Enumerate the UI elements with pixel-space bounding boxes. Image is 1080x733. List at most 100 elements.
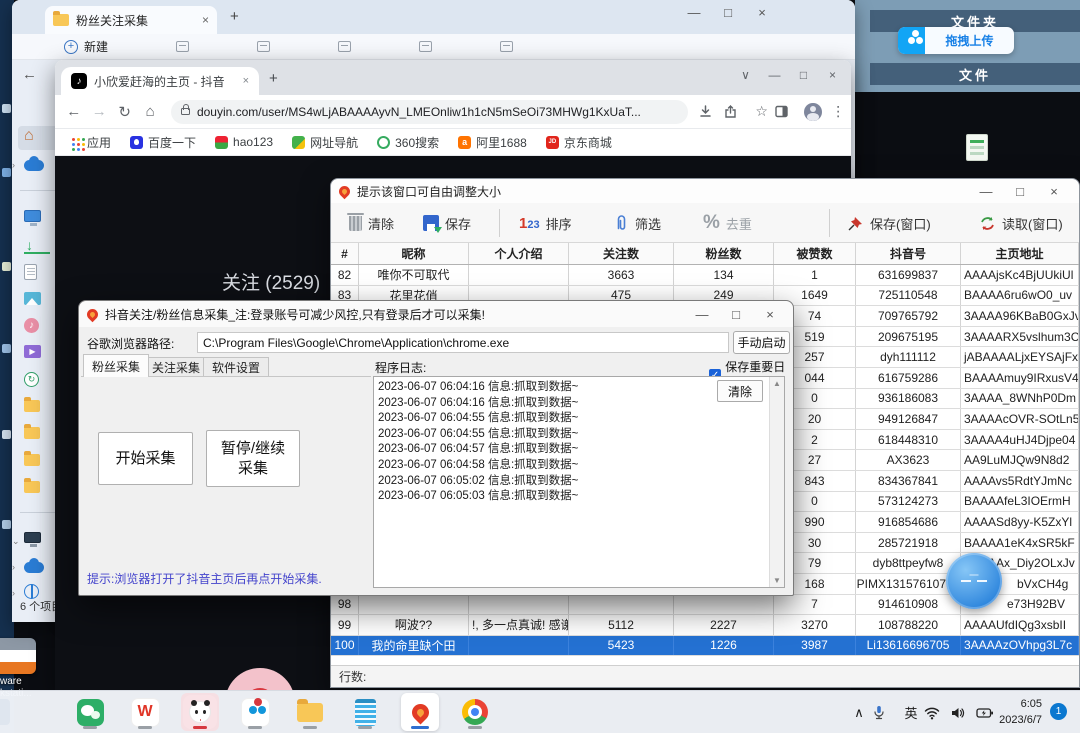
chrome-tab[interactable]: ♪ 小欣爱赶海的主页 - 抖音 × [61, 67, 259, 95]
sidebar-item-folder[interactable] [24, 481, 50, 501]
pause-resume-button[interactable]: 暂停/继续采集 [206, 430, 300, 487]
save-window-button[interactable]: 保存(窗口) [847, 203, 931, 243]
taskbar-file-explorer[interactable] [291, 693, 329, 731]
address-bar[interactable]: douyin.com/user/MS4wLjABAAAAyvN_LMEOnliw… [171, 100, 688, 124]
table-row[interactable]: 82唯你不可取代36631341631699837AAAAjsKc4BjUUki… [331, 265, 1079, 286]
forward-icon[interactable]: → [86, 103, 111, 120]
user-avatar[interactable] [225, 668, 295, 690]
column-header[interactable]: 被赞数 [774, 243, 856, 264]
minimize-icon[interactable]: — [969, 184, 1003, 199]
bookmark-360-search[interactable]: 360搜索 [377, 134, 439, 151]
column-header[interactable]: 粉丝数 [674, 243, 774, 264]
sidebar-item-desktop[interactable] [24, 210, 50, 230]
back-icon[interactable]: ← [61, 103, 86, 120]
tab-follow-collect[interactable]: 关注采集 [143, 357, 209, 377]
chevron-right-icon[interactable]: › [12, 588, 24, 598]
taskbar-panda-app[interactable] [181, 693, 219, 731]
minimize-icon[interactable]: — [760, 68, 789, 82]
chrome-new-tab-icon[interactable]: + [269, 70, 278, 87]
sidebar-item-folder[interactable] [24, 427, 50, 447]
save-button[interactable]: 保存 [423, 203, 471, 243]
tab-search-icon[interactable]: ∨ [731, 68, 760, 82]
taskbar-flame-app[interactable] [401, 693, 439, 731]
column-header[interactable]: 关注数 [569, 243, 674, 264]
tray-chevron-up-icon[interactable]: ∧ [846, 705, 872, 721]
sidebar-item-folder[interactable] [24, 400, 50, 420]
load-window-button[interactable]: 读取(窗口) [979, 203, 1063, 243]
column-header[interactable]: 昵称 [359, 243, 469, 264]
notification-badge[interactable]: 1 [1050, 703, 1067, 720]
minimize-icon[interactable]: — [685, 307, 719, 322]
maximize-icon[interactable]: □ [1003, 184, 1037, 199]
chevron-down-icon[interactable]: ⌄ [12, 536, 24, 547]
chevron-right-icon[interactable]: › [12, 562, 24, 572]
explorer-tab[interactable]: 粉丝关注采集 × [45, 6, 217, 34]
close-icon[interactable]: × [1037, 184, 1071, 199]
log-scrollbar[interactable]: ▲ ▼ [769, 377, 784, 587]
sidebar-item-music[interactable]: ♪ [24, 318, 50, 338]
taskbar-widget-sliver[interactable] [0, 699, 10, 725]
taskbar-chrome[interactable] [456, 693, 494, 731]
taskbar-baidu-netdisk[interactable] [236, 693, 274, 731]
scroll-up-icon[interactable]: ▲ [770, 379, 784, 388]
maximize-icon[interactable]: □ [711, 5, 745, 20]
taskbar-wechat[interactable] [71, 693, 109, 731]
manual-start-button[interactable]: 手动启动 [733, 331, 790, 354]
sidebar-item-folder[interactable] [24, 454, 50, 474]
share-icon[interactable] [723, 104, 748, 119]
sidebar-item-onedrive[interactable] [24, 156, 50, 176]
sidebar-item-pictures[interactable] [24, 292, 50, 312]
bookmark-apps[interactable]: 应用 [69, 134, 111, 151]
taskbar-wps[interactable] [126, 693, 164, 731]
filter-button[interactable]: 筛选 [613, 203, 661, 243]
menu-dots-icon[interactable]: ⋮ [826, 103, 851, 120]
bookmark-site-nav[interactable]: 网址导航 [292, 134, 358, 151]
close-icon[interactable]: × [745, 5, 779, 20]
copy-icon[interactable] [257, 41, 270, 52]
reload-icon[interactable]: ↻ [112, 103, 137, 121]
microphone-icon[interactable] [872, 705, 898, 720]
chevron-right-icon[interactable]: › [12, 160, 24, 170]
bookmark-ali1688[interactable]: 阿里1688 [458, 134, 527, 151]
start-collect-button[interactable]: 开始采集 [98, 432, 193, 485]
side-panel-icon[interactable] [774, 104, 799, 119]
sidebar-item-this-pc[interactable] [24, 532, 50, 552]
explorer-new-tab-icon[interactable]: + [230, 8, 239, 25]
dedupe-button[interactable]: % 去重 [703, 203, 752, 243]
paste-icon[interactable] [338, 41, 351, 52]
tab-close-icon[interactable]: × [202, 13, 209, 27]
bookmark-baidu[interactable]: 百度一下 [130, 134, 196, 151]
netdisk-file-dropzone[interactable]: 文件 [870, 63, 1080, 85]
new-button[interactable]: + 新建 [64, 38, 108, 55]
column-header[interactable]: # [331, 243, 359, 264]
tab-close-icon[interactable]: × [243, 75, 249, 87]
cut-icon[interactable] [176, 41, 189, 52]
netdisk-upload-pill[interactable]: 拖拽上传 [898, 27, 1014, 54]
column-header[interactable]: 主页地址 [961, 243, 1079, 264]
ime-indicator[interactable]: 英 [898, 703, 924, 722]
home-icon[interactable]: ⌂ [137, 103, 162, 120]
profile-avatar[interactable] [804, 103, 822, 121]
sidebar-item-onedrive-2[interactable] [24, 558, 50, 578]
column-header[interactable]: 抖音号 [856, 243, 961, 264]
taskbar-clock[interactable]: 6:05 2023/6/7 [996, 696, 1042, 728]
download-icon[interactable] [698, 104, 723, 119]
maximize-icon[interactable]: □ [789, 68, 818, 82]
tab-fan-collect[interactable]: 粉丝采集 [83, 354, 149, 377]
sidebar-item-videos[interactable]: ▶ [24, 345, 50, 365]
taskbar-notes-app[interactable] [346, 693, 384, 731]
maximize-icon[interactable]: □ [719, 307, 753, 322]
clear-log-button[interactable]: 清除 [717, 380, 763, 402]
browser-path-input[interactable]: C:\Program Files\Google\Chrome\Applicati… [197, 332, 729, 353]
close-icon[interactable]: × [753, 307, 787, 322]
bookmark-jd-mall[interactable]: 京东商城 [546, 134, 612, 151]
sidebar-item-home[interactable]: ⌂ [24, 128, 50, 148]
table-row[interactable]: 100我的命里缺个田542312263987Li136166967053AAAA… [331, 636, 1079, 657]
wifi-icon[interactable] [924, 706, 950, 720]
back-icon[interactable]: ← [22, 66, 37, 83]
column-header[interactable]: 个人介绍 [469, 243, 569, 264]
tab-settings[interactable]: 软件设置 [203, 357, 269, 377]
sidebar-item-downloads[interactable]: ↓ [24, 238, 50, 258]
close-icon[interactable]: × [818, 68, 847, 82]
bookmark-hao123[interactable]: hao123 [215, 135, 273, 149]
